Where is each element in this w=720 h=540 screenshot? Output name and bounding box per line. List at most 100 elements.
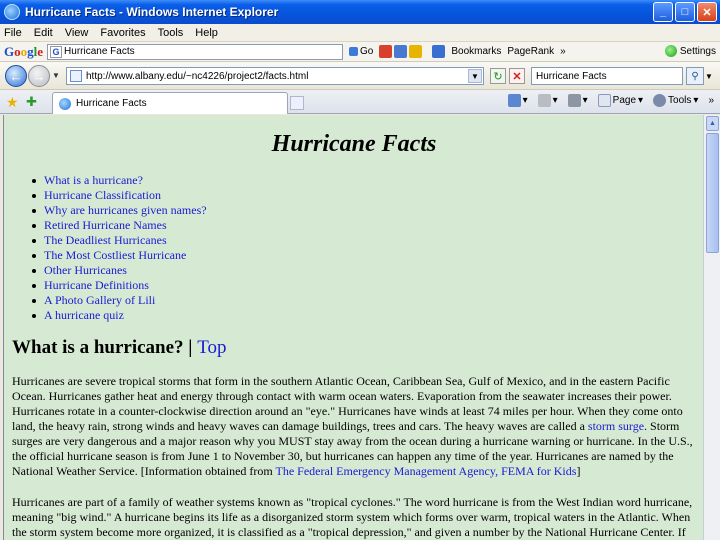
table-of-contents: What is a hurricane? Hurricane Classific… bbox=[32, 173, 207, 323]
printer-icon bbox=[567, 94, 581, 107]
live-search-input[interactable]: Hurricane Facts bbox=[531, 67, 683, 85]
section-title: What is a hurricane? bbox=[12, 337, 184, 358]
print-button[interactable]: ▾ bbox=[567, 94, 588, 107]
list-item: The Deadliest Hurricanes bbox=[32, 233, 207, 248]
bullet bbox=[32, 283, 36, 288]
google-search-value: Hurricane Facts bbox=[64, 46, 135, 57]
google-logo: Google bbox=[4, 43, 44, 59]
bullet bbox=[32, 313, 36, 318]
window-title: Hurricane Facts - Windows Internet Explo… bbox=[25, 5, 279, 19]
section-heading: What is a hurricane? | Top bbox=[12, 337, 227, 359]
internet-explorer-icon bbox=[4, 4, 20, 20]
toc-link[interactable]: What is a hurricane? bbox=[44, 173, 143, 188]
search-options-dropdown-icon[interactable]: ▼ bbox=[705, 72, 713, 81]
tab-bar: ★ ✚ Hurricane Facts ▾ ▾ ▾ Page ▾ Tools ▾ » bbox=[0, 90, 720, 114]
favorites-star-icon[interactable]: ★ bbox=[6, 94, 19, 111]
google-search-input[interactable]: G Hurricane Facts bbox=[47, 43, 344, 60]
menu-view[interactable]: View bbox=[65, 27, 89, 39]
tools-menu-label: Tools bbox=[668, 95, 692, 106]
tools-menu-button[interactable]: Tools ▾ bbox=[653, 94, 698, 107]
stop-icon[interactable]: ✕ bbox=[509, 68, 525, 84]
toc-link[interactable]: Hurricane Definitions bbox=[44, 278, 149, 293]
toc-link[interactable]: The Most Costliest Hurricane bbox=[44, 248, 186, 263]
url-input[interactable]: http://www.albany.edu/~nc4226/project2/f… bbox=[66, 67, 484, 85]
bookmarks-button[interactable]: Bookmarks bbox=[451, 46, 501, 57]
recent-pages-dropdown-icon[interactable]: ▼ bbox=[52, 71, 60, 80]
news-icon bbox=[394, 45, 408, 58]
gear-icon bbox=[653, 94, 667, 107]
tab-hurricane-facts[interactable]: Hurricane Facts bbox=[52, 92, 288, 114]
pagerank-label: PageRank bbox=[507, 46, 555, 57]
more-toolbar-button[interactable]: » bbox=[560, 46, 566, 57]
go-button[interactable]: Go bbox=[349, 46, 373, 57]
bullet bbox=[32, 223, 36, 228]
address-bar: ← → ▼ http://www.albany.edu/~nc4226/proj… bbox=[0, 62, 720, 90]
vertical-scrollbar[interactable]: ▲ bbox=[703, 115, 720, 540]
list-item: Other Hurricanes bbox=[32, 263, 207, 278]
scrollbar-thumb[interactable] bbox=[706, 133, 719, 253]
menu-file[interactable]: File bbox=[4, 27, 22, 39]
google-toolbar: Google G Hurricane Facts Go Bookmarks Pa… bbox=[0, 42, 720, 62]
toolbar-icon-group[interactable] bbox=[379, 45, 446, 58]
minimize-button[interactable]: _ bbox=[653, 2, 673, 22]
list-item: Why are hurricanes given names? bbox=[32, 203, 207, 218]
bullet bbox=[32, 298, 36, 303]
rss-feed-icon bbox=[537, 94, 551, 107]
page-icon bbox=[70, 70, 82, 82]
paragraph-2: Hurricanes are part of a family of weath… bbox=[12, 495, 693, 539]
toc-link[interactable]: Retired Hurricane Names bbox=[44, 218, 167, 233]
menu-help[interactable]: Help bbox=[195, 27, 218, 39]
top-link[interactable]: Top bbox=[197, 337, 226, 358]
list-item: Retired Hurricane Names bbox=[32, 218, 207, 233]
list-item: A Photo Gallery of Lili bbox=[32, 293, 207, 308]
google-g-icon: G bbox=[50, 45, 63, 58]
forward-button[interactable]: → bbox=[28, 65, 50, 87]
list-item: What is a hurricane? bbox=[32, 173, 207, 188]
toc-link[interactable]: The Deadliest Hurricanes bbox=[44, 233, 167, 248]
toc-link[interactable]: A hurricane quiz bbox=[44, 308, 124, 323]
go-label: Go bbox=[360, 46, 374, 57]
star-bookmark-icon bbox=[432, 45, 446, 58]
list-item: Hurricane Definitions bbox=[32, 278, 207, 293]
toc-link[interactable]: Hurricane Classification bbox=[44, 188, 161, 203]
scroll-up-icon[interactable]: ▲ bbox=[706, 116, 719, 131]
url-dropdown-icon[interactable]: ▼ bbox=[468, 69, 482, 83]
toc-link[interactable]: Why are hurricanes given names? bbox=[44, 203, 207, 218]
paragraph-1: Hurricanes are severe tropical storms th… bbox=[12, 374, 700, 479]
menu-edit[interactable]: Edit bbox=[34, 27, 53, 39]
settings-label: Settings bbox=[679, 45, 716, 57]
page-viewport: Hurricane Facts What is a hurricane? Hur… bbox=[3, 115, 703, 540]
settings-icon bbox=[664, 45, 677, 57]
fema-link[interactable]: The Federal Emergency Management Agency,… bbox=[276, 464, 577, 478]
pagerank-button[interactable]: PageRank bbox=[507, 46, 554, 57]
close-button[interactable]: ✕ bbox=[697, 2, 717, 22]
page-favicon-icon bbox=[59, 97, 71, 110]
list-item: Hurricane Classification bbox=[32, 188, 207, 203]
bullet bbox=[32, 238, 36, 243]
bullet bbox=[32, 193, 36, 198]
live-search-value: Hurricane Facts bbox=[536, 70, 607, 82]
more-label: » bbox=[560, 46, 566, 57]
menu-tools[interactable]: Tools bbox=[158, 27, 184, 39]
toc-link[interactable]: A Photo Gallery of Lili bbox=[44, 293, 155, 308]
title-bar: Hurricane Facts - Windows Internet Explo… bbox=[0, 0, 720, 24]
more-commands-button[interactable]: » bbox=[708, 95, 714, 106]
home-button[interactable]: ▾ bbox=[507, 94, 528, 107]
bullet bbox=[32, 268, 36, 273]
tab-label: Hurricane Facts bbox=[76, 98, 147, 109]
add-favorites-icon[interactable]: ✚ bbox=[26, 94, 37, 110]
maximize-button[interactable]: □ bbox=[675, 2, 695, 22]
storm-surge-link[interactable]: storm surge bbox=[588, 419, 644, 433]
search-icon[interactable]: ⚲ bbox=[686, 67, 704, 85]
refresh-icon[interactable]: ↻ bbox=[490, 68, 506, 84]
menu-favorites[interactable]: Favorites bbox=[100, 27, 145, 39]
feeds-button[interactable]: ▾ bbox=[537, 94, 558, 107]
page-menu-button[interactable]: Page ▾ bbox=[597, 94, 643, 107]
section-separator: | bbox=[188, 337, 193, 358]
bullet bbox=[32, 253, 36, 258]
new-tab-button[interactable] bbox=[290, 96, 304, 110]
toc-link[interactable]: Other Hurricanes bbox=[44, 263, 127, 278]
settings-button[interactable]: Settings bbox=[664, 45, 716, 57]
back-button[interactable]: ← bbox=[5, 65, 27, 87]
url-value: http://www.albany.edu/~nc4226/project2/f… bbox=[86, 70, 309, 82]
